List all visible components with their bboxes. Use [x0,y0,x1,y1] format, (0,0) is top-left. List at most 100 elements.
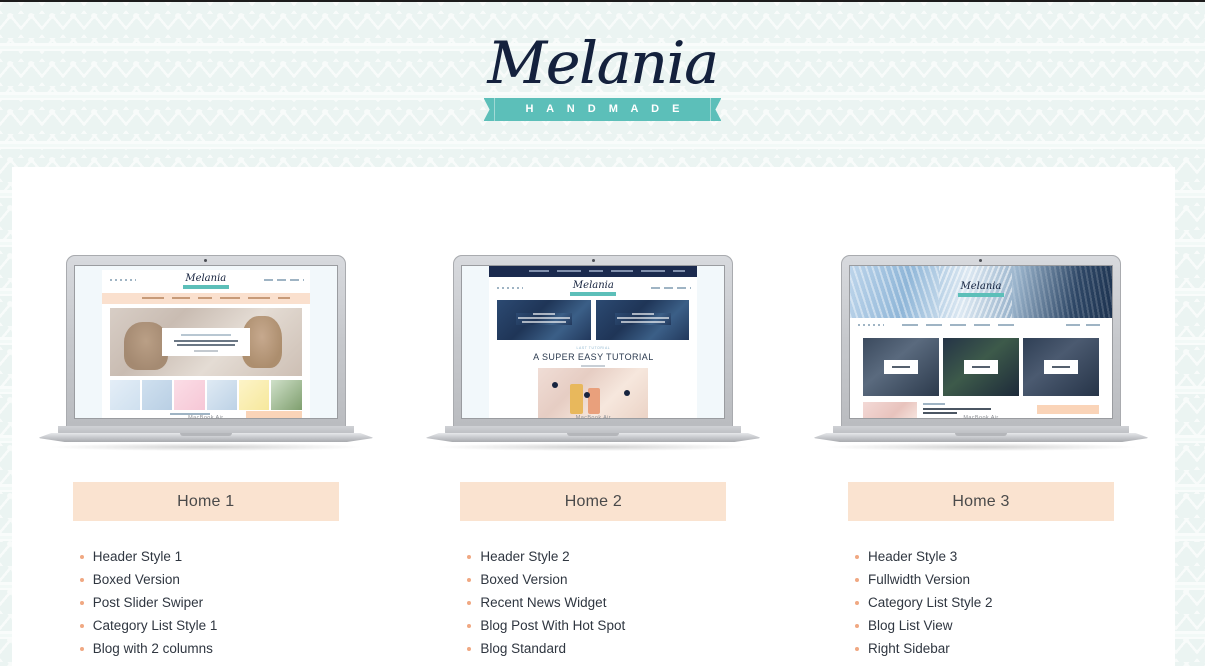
laptop-base [425,426,762,444]
laptop-screen: Melania [462,266,725,418]
slider-caption [614,313,671,325]
demo-column-home-2: Melania LAST TUTORIAL A SUPER EASY TUTOR… [400,167,788,666]
laptop-screen: Melania [849,266,1112,418]
screen-brand-name: Melania [185,273,227,284]
screen-account-links [263,279,304,281]
hot-spot-marker[interactable] [552,382,559,388]
caption-line [631,313,654,315]
category-tile-label [883,360,918,374]
list-item: Recent News Widget [467,591,733,614]
screen-brand-ribbon [570,292,617,296]
caption-line [616,317,669,319]
home-3-button[interactable]: Home 3 [847,482,1114,521]
screen-brand: Melania [570,280,617,296]
laptop-model-label: MacBook Air [575,415,612,421]
news-title-line-2 [922,412,957,414]
home-2-button[interactable]: Home 2 [460,482,727,521]
screen-brand-name: Melania [572,280,614,291]
screen-hero-yarn-image: Melania [849,266,1112,318]
screen-nav: Melania [489,278,697,298]
laptop-lid: Melania [453,255,734,433]
home-3-feature-list: Header Style 3 Fullwidth Version Categor… [841,545,1121,666]
logo-wordmark: Melania [487,29,718,97]
home-1-button[interactable]: Home 1 [72,482,339,521]
list-item: Blog List View [854,614,1121,637]
screen-page: Melania [489,266,698,418]
site-logo[interactable]: Melania H A N D M A D E [0,34,1205,134]
menu-item [219,297,240,299]
category-tile-label [963,360,998,374]
screen-tutorial-heading-block: LAST TUTORIAL A SUPER EASY TUTORIAL [489,346,697,367]
list-item: Header Style 2 [467,545,733,568]
home-3-laptop-preview[interactable]: Melania MacBook Air [812,255,1149,460]
hero-title-line-2 [176,344,235,346]
screen-hero-card [161,328,250,356]
category-tile [206,380,238,410]
list-item: Fullwidth Version [854,568,1121,591]
laptop-shadow [826,443,1135,451]
home-2-feature-list: Header Style 2 Boxed Version Recent News… [453,545,733,666]
list-item: Widgets Sidebar [467,660,733,666]
tile-text [971,366,990,368]
thread-spool [570,384,584,414]
screen-top-nav-bar [489,266,698,277]
list-item: Post Slider Swiper [79,591,346,614]
screen-nav: Melania [102,270,310,292]
screen-page: Melania [101,270,310,418]
menu-item [557,270,582,272]
screen-menu-links [901,324,1022,326]
list-item: Category List Style 1 [79,614,346,637]
screen-category-list [109,380,302,410]
news-kicker [922,403,945,405]
screen-account-links [651,287,692,289]
slider-caption [516,313,573,325]
webcam-icon [979,259,983,262]
list-item: Right Sidebar [854,637,1121,660]
category-tile [862,338,939,396]
slider-item [497,300,591,340]
laptop-notch [954,433,1007,436]
list-item: Boxed Version [79,568,346,591]
laptop-model-label: MacBook Air [188,415,224,421]
screen-brand-ribbon [182,285,229,289]
menu-item [247,297,270,299]
list-item: Blog with 2 columns [79,637,346,660]
list-item: Blog Post With Hot Spot [467,614,733,637]
yarn-texture-right [1012,266,1112,318]
laptop-base [37,426,374,444]
hot-spot-marker[interactable] [624,390,631,396]
menu-item [277,297,290,299]
social-icons [109,279,136,281]
slider-item [595,300,690,340]
list-item: Boxed Version [467,568,733,591]
menu-item [197,297,212,299]
screen-hero-image [109,308,302,376]
list-item: Header Style 3 [854,545,1121,568]
laptop-model-label: MacBook Air [963,415,999,421]
home-1-laptop-preview[interactable]: Melania MacBook Air [37,255,374,460]
demo-column-home-3: Melania MacBook Air Home 3 Header Style … [787,167,1175,666]
home-2-laptop-preview[interactable]: Melania LAST TUTORIAL A SUPER EASY TUTOR… [425,255,762,460]
caption-line [620,321,665,323]
menu-item [529,270,550,272]
category-tile [174,380,205,410]
content-card: Melania MacBook Air Home 1 Header Style … [12,167,1175,666]
yarn-texture-left [849,266,940,318]
laptop-shadow [439,443,748,451]
hero-kicker [180,334,231,336]
menu-item [141,297,164,299]
hot-spot-marker[interactable] [584,392,591,398]
category-tile [109,380,141,410]
category-tile [142,380,173,410]
laptop-shadow [51,443,360,451]
tutorial-headline: A SUPER EASY TUTORIAL [533,352,654,362]
menu-item [611,270,634,272]
home-1-feature-list: Header Style 1 Boxed Version Post Slider… [66,545,346,666]
screen-account-links [1065,324,1106,326]
tutorial-divider [581,365,606,367]
laptop-base [812,426,1149,444]
menu-item [641,270,666,272]
category-tile [239,380,270,410]
screen-menu-bar [101,293,310,304]
menu-item [171,297,190,299]
